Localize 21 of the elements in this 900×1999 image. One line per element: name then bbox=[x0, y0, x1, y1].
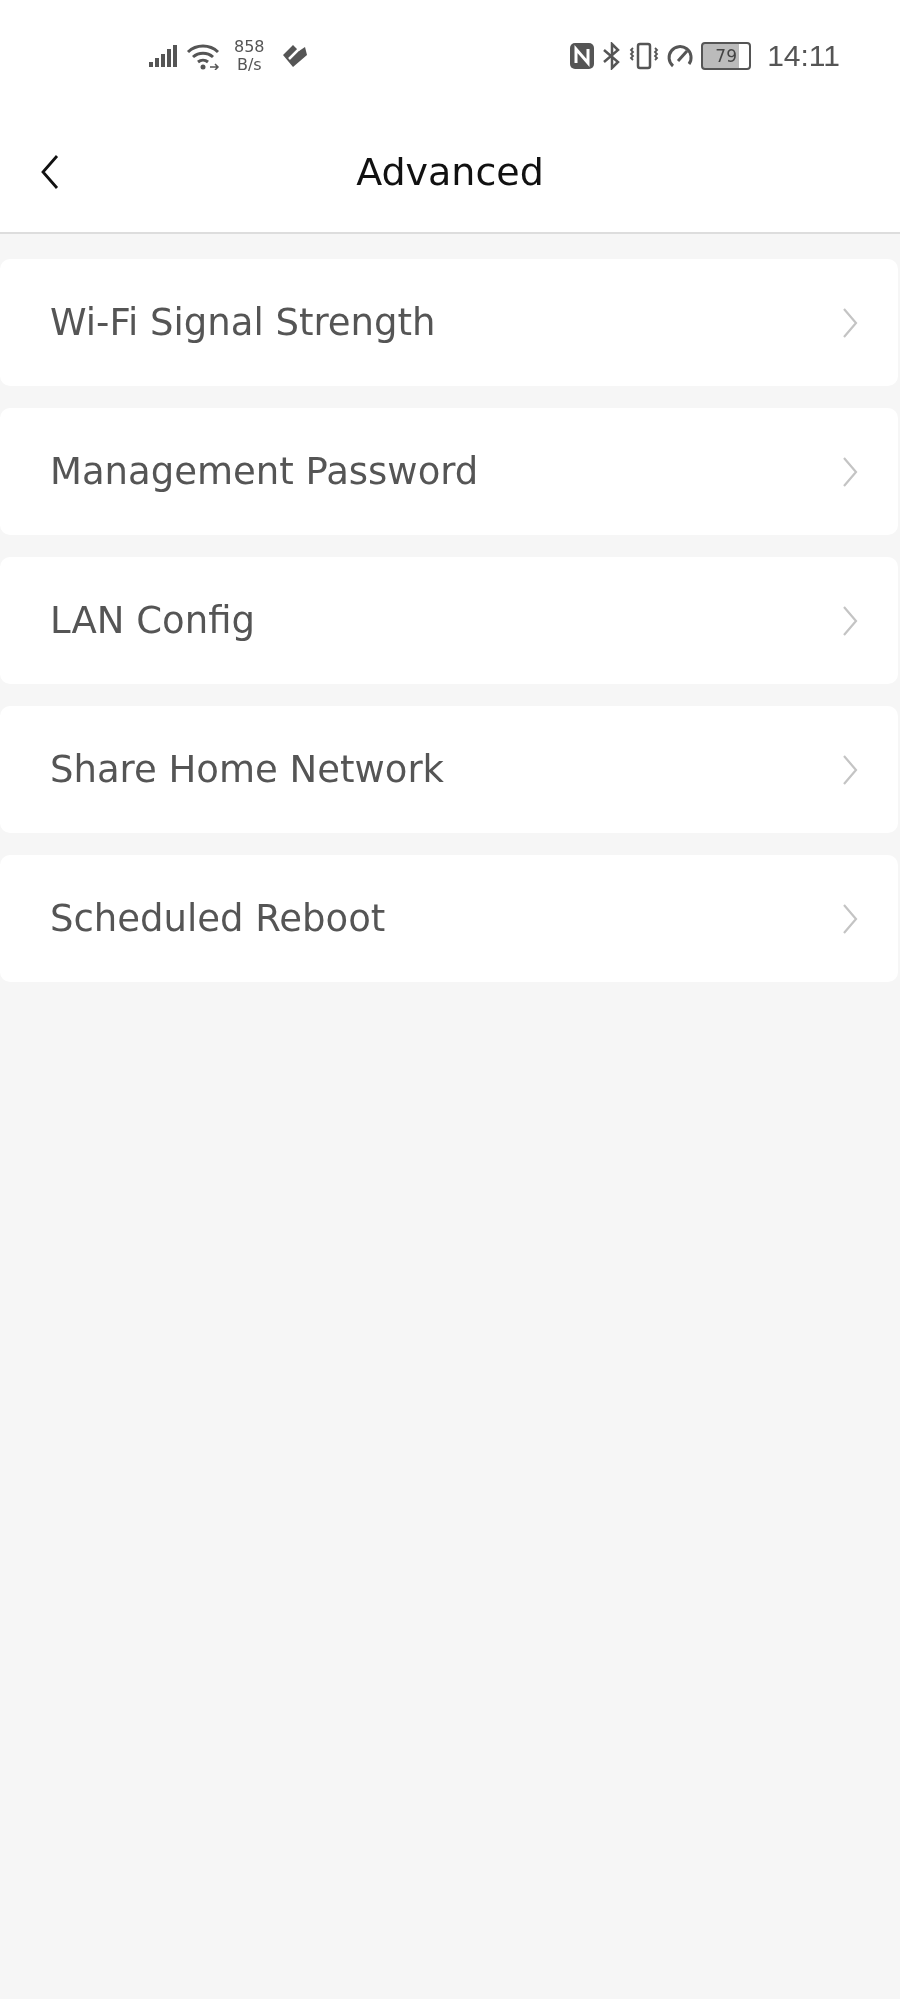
speedometer-icon bbox=[665, 42, 696, 70]
net-speed: 858 bbox=[234, 38, 265, 56]
chevron-icon bbox=[842, 306, 858, 339]
chevron-icon bbox=[842, 753, 858, 786]
back-icon[interactable] bbox=[40, 154, 60, 190]
menu-item[interactable]: LAN Config bbox=[0, 557, 898, 684]
chevron-icon bbox=[842, 455, 858, 488]
net-speed-unit: B/s bbox=[236, 56, 262, 74]
page-title: Advanced bbox=[356, 150, 544, 194]
battery-level: 79 bbox=[715, 46, 737, 66]
menu-item[interactable]: Wi-Fi Signal Strength bbox=[0, 259, 898, 386]
clock-time: 14:11 bbox=[767, 39, 840, 73]
menu-item[interactable]: Scheduled Reboot bbox=[0, 855, 898, 982]
chevron-icon bbox=[842, 902, 858, 935]
wifi-icon bbox=[186, 42, 220, 70]
menu-item[interactable]: Share Home Network bbox=[0, 706, 898, 833]
menu-item[interactable]: Management Password bbox=[0, 408, 898, 535]
nfc-icon bbox=[569, 42, 596, 70]
vibrate-icon bbox=[629, 42, 660, 70]
chevron-icon bbox=[842, 604, 858, 637]
signal-icon bbox=[148, 44, 178, 68]
